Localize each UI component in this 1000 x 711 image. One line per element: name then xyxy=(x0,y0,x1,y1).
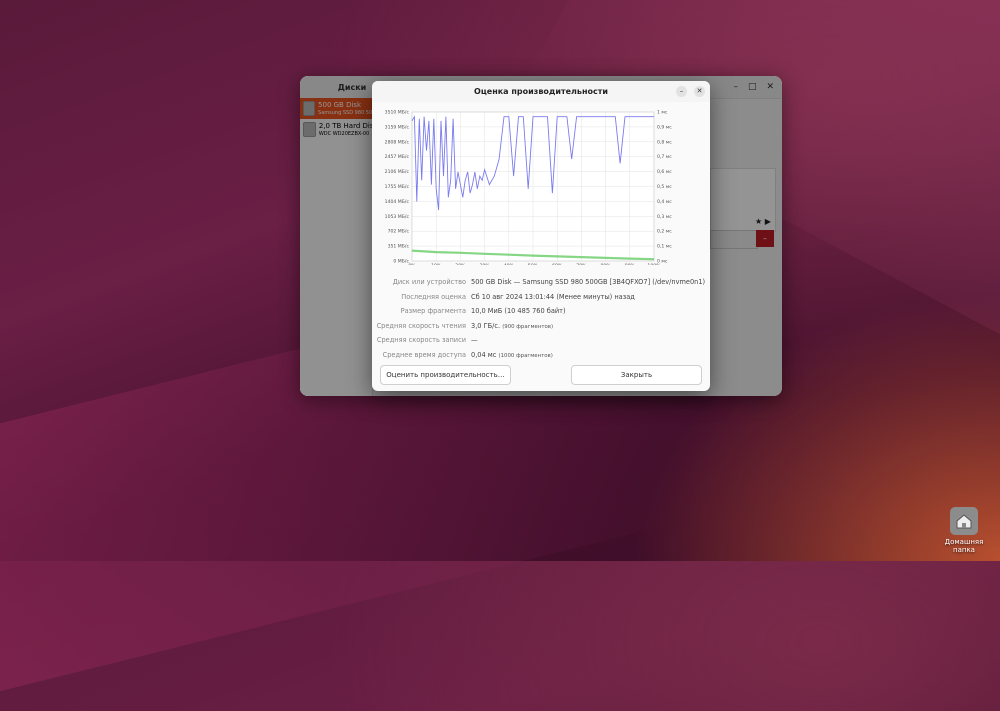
hdd-icon xyxy=(303,122,316,137)
access-time-value: 0,04 мс xyxy=(471,350,497,359)
close-icon[interactable]: ✕ xyxy=(766,82,774,92)
y-tick-label: 2106 МБ/с xyxy=(385,169,410,175)
dialog-header: Оценка производительности – ✕ xyxy=(372,81,710,102)
x-tick-label: 20% xyxy=(455,263,466,265)
y2-tick-label: 0,8 мс xyxy=(657,139,672,145)
info-row: Средняя скорость чтения 3,0 ГБ/с. (900 ф… xyxy=(372,319,710,334)
x-tick-label: 50% xyxy=(528,263,539,265)
y-tick-label: 0 МБ/с xyxy=(393,259,409,265)
read-speed-note: (900 фрагментов) xyxy=(502,323,554,330)
home-folder-label: Домашняя папка xyxy=(944,538,984,554)
read-speed-value: 3,0 ГБ/с. xyxy=(471,321,501,330)
disk-list: 500 GB Disk Samsung SSD 980 500GB 2,0 TB… xyxy=(300,98,373,396)
y2-tick-label: 0,2 мс xyxy=(657,229,672,235)
close-icon[interactable]: ✕ xyxy=(694,86,705,97)
info-row: Средняя скорость записи — xyxy=(372,333,710,348)
info-value: 10,0 МиБ (10 485 760 байт) xyxy=(471,307,566,316)
y-tick-label: 1053 МБ/с xyxy=(385,214,410,220)
info-value: 3,0 ГБ/с. (900 фрагментов) xyxy=(471,322,553,330)
info-row: Диск или устройство 500 GB Disk — Samsun… xyxy=(372,275,710,290)
home-folder-desktop-icon[interactable]: Домашняя папка xyxy=(934,507,994,554)
y-tick-label: 1404 МБ/с xyxy=(385,199,410,205)
info-value: 500 GB Disk — Samsung SSD 980 500GB [3B4… xyxy=(471,278,706,287)
x-tick-label: 70% xyxy=(576,263,587,265)
y2-tick-label: 0,9 мс xyxy=(657,124,672,130)
disk-item-500gb[interactable]: 500 GB Disk Samsung SSD 980 500GB xyxy=(300,98,372,119)
disk-name: 2,0 TB Hard Disk xyxy=(318,121,372,130)
info-label: Средняя скорость записи xyxy=(376,336,466,345)
info-label: Диск или устройство xyxy=(392,278,466,287)
benchmark-info: Диск или устройство 500 GB Disk — Samsun… xyxy=(372,275,710,362)
y-tick-label: 1755 МБ/с xyxy=(385,184,410,190)
info-label: Последняя оценка xyxy=(401,292,466,301)
x-tick-label: 80% xyxy=(600,263,611,265)
start-benchmark-button[interactable]: Оценить производительность… xyxy=(380,365,511,385)
x-tick-label: 30% xyxy=(479,263,490,265)
info-label: Размер фрагмента xyxy=(400,307,466,316)
x-tick-label: 10% xyxy=(431,263,442,265)
disk-model: WDC WD20EZBX-00 xyxy=(318,130,370,137)
ssd-icon xyxy=(303,101,316,116)
x-tick-label: 40% xyxy=(504,263,515,265)
y2-tick-label: 0,4 мс xyxy=(657,199,672,205)
y2-tick-label: 1 мс xyxy=(657,110,668,116)
info-row: Среднее время доступа 0,04 мс (1000 фраг… xyxy=(372,348,710,363)
benchmark-dialog: Оценка производительности – ✕ 0 МБ/с 0 мс… xyxy=(372,81,710,391)
y-tick-label: 2808 МБ/с xyxy=(385,139,410,145)
info-row: Последняя оценка Сб 10 авг 2024 13:01:44… xyxy=(372,290,710,305)
y-tick-label: 3159 МБ/с xyxy=(385,124,410,130)
info-label: Средняя скорость чтения xyxy=(376,321,466,330)
minimize-icon[interactable]: – xyxy=(733,82,738,92)
disk-name: 500 GB Disk xyxy=(318,100,362,109)
info-value: 0,04 мс (1000 фрагментов) xyxy=(471,351,553,359)
disk-model: Samsung SSD 980 500GB xyxy=(318,109,372,116)
delete-button[interactable]: – xyxy=(756,230,774,247)
x-tick-label: 90% xyxy=(625,263,636,265)
y-tick-label: 351 МБ/с xyxy=(388,244,410,250)
y-tick-label: 702 МБ/с xyxy=(388,229,410,235)
window-controls: – □ ✕ xyxy=(733,82,782,92)
y-tick-label: 3510 МБ/с xyxy=(385,110,410,116)
volume-toolbar xyxy=(710,230,758,249)
close-button[interactable]: Закрыть xyxy=(571,365,702,385)
info-label: Среднее время доступа xyxy=(382,350,466,359)
x-tick-label: 60% xyxy=(552,263,563,265)
play-icon[interactable]: ★ ▶ xyxy=(755,217,771,226)
y2-tick-label: 0,6 мс xyxy=(657,169,672,175)
info-value: Сб 10 авг 2024 13:01:44 (Менее минуты) н… xyxy=(471,292,635,301)
y2-tick-label: 0,5 мс xyxy=(657,184,672,190)
x-tick-label: 100% xyxy=(647,263,661,265)
info-row: Размер фрагмента 10,0 МиБ (10 485 760 ба… xyxy=(372,304,710,319)
benchmark-chart: 0 МБ/с 0 мс351 МБ/с 0,1 мс702 МБ/с 0,2 мс10… xyxy=(385,110,673,266)
home-folder-icon xyxy=(950,507,978,535)
y2-tick-label: 0,1 мс xyxy=(657,244,672,250)
minimize-icon[interactable]: – xyxy=(676,86,687,97)
y-tick-label: 2457 МБ/с xyxy=(385,154,410,160)
maximize-icon[interactable]: □ xyxy=(748,82,757,92)
y2-tick-label: 0,3 мс xyxy=(657,214,672,220)
disk-item-2tb[interactable]: 2,0 TB Hard Disk WDC WD20EZBX-00 xyxy=(300,119,372,140)
y2-tick-label: 0,7 мс xyxy=(657,154,672,160)
access-time-note: (1000 фрагментов) xyxy=(498,352,553,359)
x-tick-label: 0% xyxy=(408,263,416,265)
dialog-title: Оценка производительности xyxy=(474,87,608,96)
info-value: — xyxy=(471,336,478,345)
